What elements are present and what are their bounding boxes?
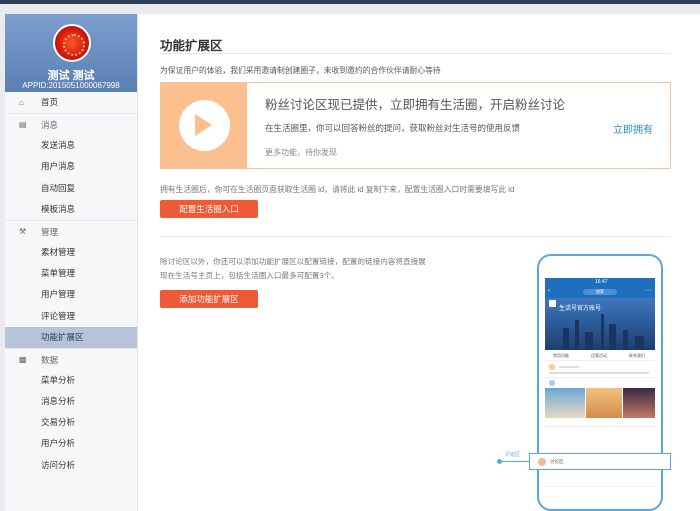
extension-hint-line2: 现在生活号主页上，包括生活圈入口最多可配置3个。 <box>160 271 339 280</box>
popup-text: 讨论区 <box>550 459 564 464</box>
play-triangle-icon <box>195 114 212 136</box>
post-avatar <box>549 380 555 386</box>
extension-hint-line1: 除讨论区以外，你还可以添加功能扩展区以配置链接，配置的链接内容将直接展 <box>160 257 426 266</box>
life-circle-hint: 拥有生活圈后，你可在生活圈页面获取生活圈 id，请将此 id 复制下来，配置生活… <box>160 185 515 194</box>
extension-hint: 除讨论区以外，你还可以添加功能扩展区以配置链接，配置的链接内容将直接展 现在生活… <box>160 255 426 283</box>
post-avatar <box>549 364 555 370</box>
phone-separator <box>545 426 655 427</box>
sidebar-item-label: 用户分析 <box>41 438 76 449</box>
phone-search: 搜索 <box>583 289 617 295</box>
wrench-icon: ⚒ <box>19 226 27 236</box>
sidebar-item-comment-manage[interactable]: 评论管理 <box>5 306 137 327</box>
sidebar-group-label: 消息 <box>41 120 59 131</box>
sidebar-item-home[interactable]: ⌂ 首页 <box>5 92 137 113</box>
phone-separator <box>545 486 655 487</box>
sidebar-item-user-message[interactable]: 用户消息 <box>5 156 137 177</box>
add-extension-button[interactable]: 添加功能扩展区 <box>160 290 258 308</box>
sidebar-item-send-message[interactable]: 发送消息 <box>5 135 137 156</box>
sidebar-item-label: 交易分析 <box>41 417 76 428</box>
sidebar-group-manage: ⚒ 管理 <box>5 219 137 242</box>
skyline-building <box>635 336 644 350</box>
promo-more: 更多功能，待你发现 <box>265 148 337 157</box>
sidebar-item-label: 菜单管理 <box>41 268 76 279</box>
phone-tabs: 常用功能 优惠活动 联系我们 <box>545 350 655 360</box>
get-now-link[interactable]: 立即拥有 <box>613 121 653 136</box>
sidebar-item-menu-manage[interactable]: 菜单管理 <box>5 263 137 284</box>
sidebar-item-auto-reply[interactable]: 自动回复 <box>5 178 137 199</box>
page-title: 功能扩展区 <box>160 39 223 53</box>
sidebar-item-label: 用户管理 <box>41 289 76 300</box>
sidebar: 测试 测试 APPID:2015051000067998 ⌂ 首页 ▤ 消息 发… <box>5 14 138 511</box>
sidebar-item-trade-analysis[interactable]: 交易分析 <box>5 412 137 433</box>
post-line <box>549 372 649 374</box>
sidebar-group-label: 数据 <box>41 354 59 365</box>
sidebar-item-label: 功能扩展区 <box>41 331 84 342</box>
skyline-building <box>575 320 579 350</box>
phone-tab: 优惠活动 <box>591 353 607 358</box>
promo-text: 在生活圈里，你可以回答粉丝的提问，获取粉丝对生活号的使用反馈 <box>265 123 521 133</box>
phone-hero-title: 生活号官方账号 <box>559 306 602 312</box>
home-icon: ⌂ <box>19 98 24 107</box>
skyline-building <box>623 330 628 350</box>
sidebar-item-label: 菜单分析 <box>41 374 76 385</box>
phone-tab: 常用功能 <box>553 353 569 358</box>
promo-title: 粉丝讨论区现已提供，立即拥有生活圈，开启粉丝讨论 <box>265 98 566 112</box>
configure-life-circle-button[interactable]: 配置生活圈入口 <box>160 200 258 218</box>
sidebar-item-label: 用户消息 <box>41 161 76 172</box>
title-divider <box>160 53 670 54</box>
sidebar-item-label: 访问分析 <box>41 459 76 470</box>
back-icon: ‹ <box>548 288 550 294</box>
avatar[interactable] <box>53 24 91 62</box>
sidebar-menu: ⌂ 首页 ▤ 消息 发送消息 用户消息 自动回复 模板消息 ⚒ 管理 素材管理 … <box>5 92 137 476</box>
skyline-building <box>563 328 569 350</box>
sidebar-item-label: 自动回复 <box>41 182 76 193</box>
phone-separator <box>545 377 655 378</box>
message-icon: ▤ <box>19 120 27 130</box>
skyline-building <box>609 324 616 350</box>
skyline-building <box>585 332 593 350</box>
section-divider <box>160 236 671 237</box>
post-photo <box>623 388 655 418</box>
sidebar-item-visit-analysis[interactable]: 访问分析 <box>5 455 137 476</box>
sidebar-group-label: 管理 <box>41 226 59 237</box>
sidebar-item-label: 评论管理 <box>41 310 76 321</box>
promo-image <box>161 83 247 168</box>
sidebar-group-data: ▩ 数据 <box>5 347 137 370</box>
sidebar-item-user-analysis[interactable]: 用户分析 <box>5 433 137 454</box>
top-bar <box>0 0 700 4</box>
sidebar-item-menu-analysis[interactable]: 菜单分析 <box>5 370 137 391</box>
promo-card: 粉丝讨论区现已提供，立即拥有生活圈，开启粉丝讨论 在生活圈里，你可以回答粉丝的提… <box>160 82 671 169</box>
post-photo <box>545 388 585 418</box>
sidebar-item-label: 消息分析 <box>41 396 76 407</box>
discussion-entry-popup: 讨论区 <box>529 453 671 470</box>
sidebar-item-label: 模板消息 <box>41 203 76 214</box>
sidebar-item-label: 发送消息 <box>41 140 76 151</box>
post-photo <box>586 388 622 418</box>
post-line <box>559 366 579 368</box>
phone-separator <box>545 360 655 361</box>
hero-logo-icon <box>549 300 556 307</box>
phone-preview: 16:47 ‹ ⋯ 搜索 生活号官方账号 常用功能 优惠活动 联系我们 <box>537 254 663 511</box>
phone-time: 16:47 <box>595 279 608 285</box>
bar-chart-icon: ▩ <box>19 354 27 364</box>
sidebar-group-message: ▤ 消息 <box>5 113 137 135</box>
sidebar-item-template-message[interactable]: 模板消息 <box>5 199 137 220</box>
sidebar-item-user-manage[interactable]: 用户管理 <box>5 284 137 305</box>
popup-avatar <box>538 458 546 466</box>
profile-appid: APPID:2015051000067998 <box>22 81 120 90</box>
profile-card: 测试 测试 APPID:2015051000067998 <box>5 14 137 92</box>
main-content: 功能扩展区 为保证用户的体验，我们采用邀请制创建圈子，未收到邀约的合作伙伴请耐心… <box>138 14 700 511</box>
sidebar-item-label: 素材管理 <box>41 246 76 257</box>
callout-label: 讨论区 <box>505 452 521 458</box>
sidebar-item-extension[interactable]: 功能扩展区 <box>5 326 137 348</box>
more-icon: ⋯ <box>645 288 651 294</box>
skyline-building <box>601 314 604 350</box>
phone-tab: 联系我们 <box>629 353 645 358</box>
sidebar-item-label: 首页 <box>41 97 59 107</box>
sidebar-item-material[interactable]: 素材管理 <box>5 242 137 263</box>
sidebar-item-message-analysis[interactable]: 消息分析 <box>5 391 137 412</box>
page-description: 为保证用户的体验，我们采用邀请制创建圈子，未收到邀约的合作伙伴请耐心等待 <box>160 66 441 75</box>
